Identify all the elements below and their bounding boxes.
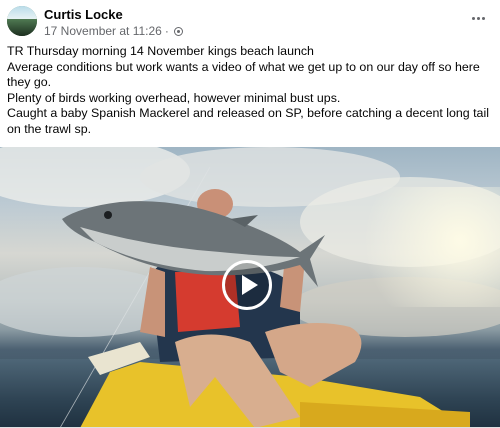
play-button[interactable]: [222, 260, 272, 310]
post-text-line: Caught a baby Spanish Mackerel and relea…: [7, 106, 489, 136]
globe-icon: [173, 26, 183, 36]
post-text-line: Plenty of birds working overhead, howeve…: [7, 90, 341, 105]
post-timestamp[interactable]: 17 November at 11:26: [44, 24, 162, 38]
post-text-line: TR Thursday morning 14 November kings be…: [7, 44, 314, 58]
facebook-post: Curtis Locke 17 November at 11:26 · TR T…: [0, 0, 500, 428]
post-video[interactable]: [0, 147, 500, 428]
avatar[interactable]: [7, 6, 37, 36]
more-options-button[interactable]: [466, 6, 490, 30]
post-text: TR Thursday morning 14 November kings be…: [7, 44, 495, 138]
author-name[interactable]: Curtis Locke: [44, 7, 123, 22]
play-icon: [242, 275, 258, 295]
post-meta: 17 November at 11:26 ·: [44, 24, 183, 38]
post-text-line: Average conditions but work wants a vide…: [7, 59, 480, 90]
meta-separator: ·: [164, 24, 169, 38]
post-header: Curtis Locke 17 November at 11:26 ·: [0, 0, 500, 42]
more-horizontal-icon: [471, 16, 475, 20]
